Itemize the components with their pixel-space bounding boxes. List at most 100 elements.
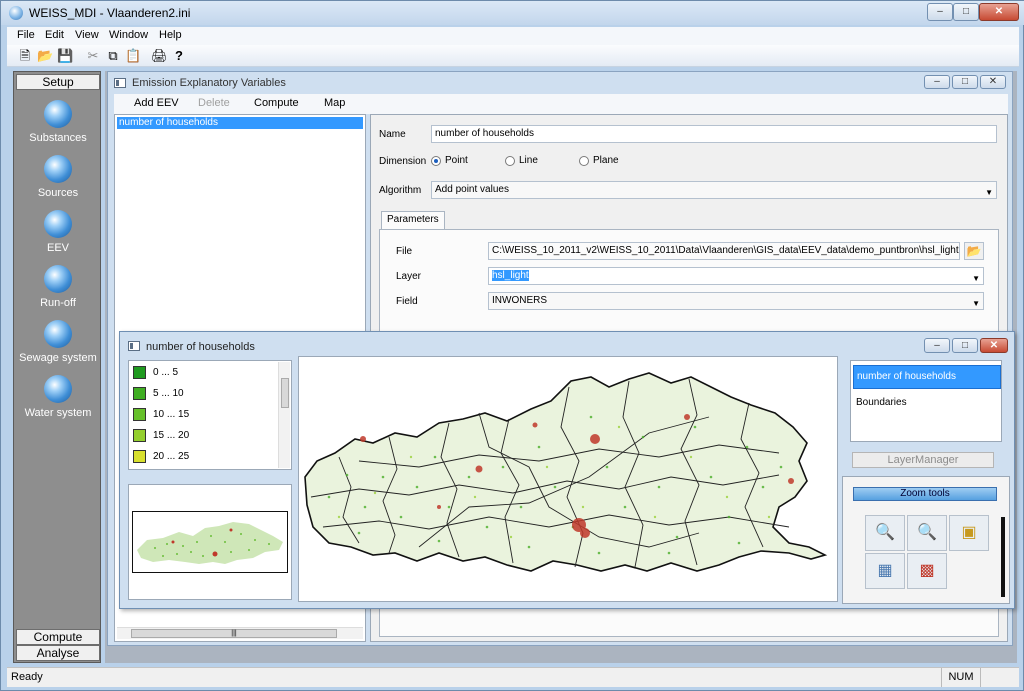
legend-label: 15 ... 20 — [153, 430, 190, 441]
menu-window[interactable]: Window — [109, 29, 148, 41]
sidebar-item-label: Run-off — [40, 297, 76, 309]
cut-icon[interactable]: ✂ — [85, 48, 101, 64]
menu-bar: File Edit View Window Help — [7, 27, 1019, 45]
help-icon[interactable]: ? — [171, 48, 187, 64]
map-window: number of households – □ ✕ 0 ... 5 5 ...… — [119, 331, 1015, 609]
radio-point-label: Point — [445, 155, 468, 166]
file-field[interactable]: C:\WEISS_10_2011_v2\WEISS_10_2011\Data\V… — [488, 242, 960, 260]
algorithm-select[interactable]: Add point values ▼ — [431, 181, 997, 199]
field-label: Field — [396, 296, 418, 307]
layer-select[interactable]: hsl_light ▼ — [488, 267, 984, 285]
layer-label: Layer — [396, 271, 422, 282]
minimize-button[interactable]: – — [927, 3, 953, 21]
chevron-down-icon: ▼ — [972, 274, 980, 283]
sidebar-item-label: Sources — [37, 187, 79, 199]
field-value: INWONERS — [492, 295, 547, 306]
layer-manager-button[interactable]: LayerManager — [852, 452, 994, 468]
scrollbar-thumb[interactable]: ||| — [131, 629, 337, 638]
zoom-in-icon[interactable]: 🔍 — [865, 515, 905, 551]
print-icon[interactable]: 🖨 — [151, 48, 168, 64]
zoom-extent-icon[interactable]: ▣ — [949, 515, 989, 551]
menu-view[interactable]: View — [75, 29, 99, 41]
zoom-window-icon[interactable]: ▦ — [865, 553, 905, 589]
sidebar-item-run-off[interactable]: Run-off — [14, 265, 102, 317]
sidebar-item-label: EEV — [46, 242, 69, 254]
radio-line[interactable] — [505, 156, 515, 166]
name-field[interactable]: number of households — [431, 125, 997, 143]
eev-maximize-button[interactable]: □ — [952, 75, 978, 89]
radio-line-label: Line — [519, 155, 538, 166]
compute-menu-button[interactable]: Compute — [254, 97, 299, 109]
globe-icon — [44, 100, 72, 128]
legend-swatch — [133, 366, 146, 379]
legend-swatch — [133, 450, 146, 463]
setup-button[interactable]: Setup — [16, 74, 100, 90]
add-eev-button[interactable]: Add EEV — [134, 97, 179, 109]
overview-extent[interactable] — [132, 511, 288, 573]
window-title: WEISS_MDI - Vlaanderen2.ini — [29, 6, 191, 20]
chevron-down-icon: ▼ — [972, 299, 980, 308]
sidebar-item-water-system[interactable]: Water system — [14, 375, 102, 427]
zoom-layer-icon[interactable]: ▩ — [907, 553, 947, 589]
zoom-tools-button[interactable]: Zoom tools — [853, 487, 997, 501]
open-folder-icon[interactable]: 📂 — [37, 48, 53, 64]
browse-folder-icon[interactable]: 📂 — [964, 242, 984, 260]
map-minimize-button[interactable]: – — [924, 338, 950, 353]
sidebar-item-substances[interactable]: Substances — [14, 100, 102, 152]
algorithm-label: Algorithm — [379, 185, 422, 196]
radio-plane-label: Plane — [593, 155, 619, 166]
menu-help[interactable]: Help — [159, 29, 182, 41]
close-button[interactable]: ✕ — [979, 3, 1019, 21]
dimension-label: Dimension — [379, 156, 427, 167]
map-maximize-button[interactable]: □ — [952, 338, 978, 353]
sidebar: Setup Substances Sources EEV Run-off Sew… — [13, 71, 101, 663]
title-bar: WEISS_MDI - Vlaanderen2.ini – □ ✕ — [1, 1, 1024, 25]
zoom-out-icon[interactable]: 🔍 — [907, 515, 947, 551]
sidebar-item-sewage-system[interactable]: Sewage system — [14, 320, 102, 372]
sidebar-item-label: Water system — [24, 407, 92, 419]
menu-edit[interactable]: Edit — [45, 29, 64, 41]
copy-icon[interactable]: ⧉ — [105, 48, 121, 64]
save-icon[interactable]: 💾 — [57, 48, 73, 64]
new-file-icon[interactable]: 🗎 — [17, 48, 33, 64]
algorithm-value: Add point values — [435, 184, 509, 195]
zoom-scrollbar[interactable] — [1001, 517, 1005, 597]
legend-label: 5 ... 10 — [153, 388, 184, 399]
status-text: Ready — [11, 671, 43, 683]
map-close-button[interactable]: ✕ — [980, 338, 1008, 353]
field-select[interactable]: INWONERS ▼ — [488, 292, 984, 310]
layer-item-households[interactable]: number of households — [853, 365, 1001, 389]
list-item[interactable]: number of households — [117, 117, 363, 129]
window-icon — [114, 78, 126, 88]
eev-minimize-button[interactable]: – — [924, 75, 950, 89]
flanders-map — [304, 372, 828, 572]
legend-scrollbar[interactable] — [278, 362, 290, 468]
radio-plane[interactable] — [579, 156, 589, 166]
legend-swatch — [133, 387, 146, 400]
status-bar: Ready NUM — [7, 667, 1019, 687]
map-window-title: number of households — [146, 341, 255, 353]
sidebar-item-sources[interactable]: Sources — [14, 155, 102, 207]
menu-file[interactable]: File — [17, 29, 35, 41]
map-canvas[interactable] — [298, 356, 838, 602]
map-menu-button[interactable]: Map — [324, 97, 345, 109]
sidebar-item-eev[interactable]: EEV — [14, 210, 102, 262]
window-icon — [128, 341, 140, 351]
paste-icon[interactable]: 📋 — [125, 48, 141, 64]
globe-icon — [44, 155, 72, 183]
eev-window-title: Emission Explanatory Variables — [132, 77, 286, 89]
radio-point[interactable] — [431, 156, 441, 166]
num-lock-indicator: NUM — [941, 668, 981, 687]
tab-parameters[interactable]: Parameters — [381, 211, 445, 229]
layer-item-boundaries[interactable]: Boundaries — [856, 397, 907, 408]
eev-close-button[interactable]: ✕ — [980, 75, 1006, 89]
overview-map[interactable] — [128, 484, 292, 600]
app-icon — [9, 6, 23, 20]
horizontal-scrollbar[interactable]: ||| — [117, 627, 363, 639]
maximize-button[interactable]: □ — [953, 3, 979, 21]
globe-icon — [44, 375, 72, 403]
analyse-button[interactable]: Analyse — [16, 645, 100, 661]
compute-button[interactable]: Compute — [16, 629, 100, 645]
delete-button[interactable]: Delete — [198, 97, 230, 109]
legend-swatch — [133, 408, 146, 421]
